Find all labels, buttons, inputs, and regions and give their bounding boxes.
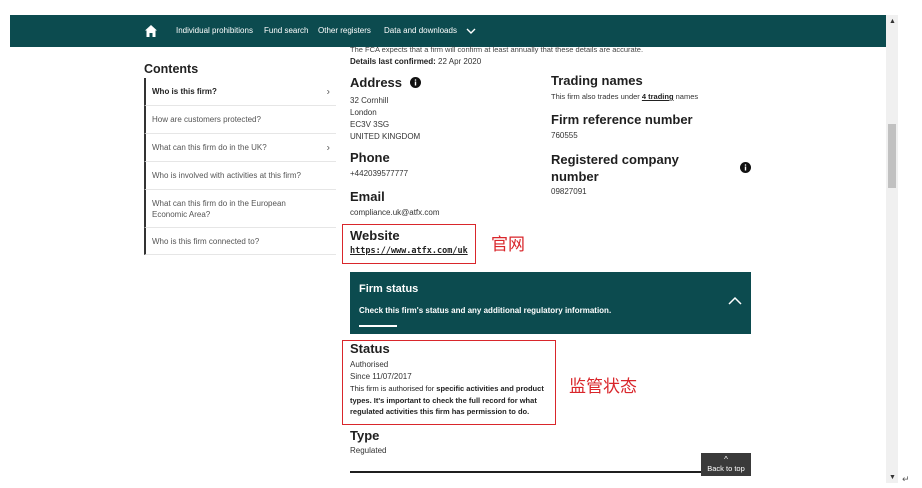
toc-item-who-is-this-firm[interactable]: Who is this firm? › bbox=[144, 78, 336, 106]
phone-title: Phone bbox=[350, 150, 390, 165]
company-number-value: 09827091 bbox=[551, 187, 587, 196]
type-value: Regulated bbox=[350, 446, 387, 455]
toc-item-customer-protection[interactable]: How are customers protected? bbox=[144, 106, 336, 134]
chevron-down-icon[interactable] bbox=[466, 26, 476, 36]
trading-names-title: Trading names bbox=[551, 73, 643, 88]
toc-item-uk-activities[interactable]: What can this firm do in the UK? › bbox=[144, 134, 336, 162]
contents-nav: Who is this firm? › How are customers pr… bbox=[144, 78, 336, 255]
scrollbar-track[interactable] bbox=[886, 15, 898, 483]
status-description: This firm is authorised for specific act… bbox=[350, 383, 550, 418]
address-line: UNITED KINGDOM bbox=[350, 132, 421, 141]
chevron-up-icon[interactable] bbox=[728, 296, 742, 306]
email-value[interactable]: compliance.uk@atfx.com bbox=[350, 208, 440, 217]
address-title: Address bbox=[350, 75, 403, 90]
toc-item-eea-activities[interactable]: What can this firm do in the European Ec… bbox=[144, 190, 336, 228]
firm-status-subtitle: Check this firm's status and any additio… bbox=[359, 306, 612, 315]
toc-item-label: Who is this firm connected to? bbox=[152, 236, 260, 246]
status-title: Status bbox=[350, 341, 390, 356]
last-confirmed: Details last confirmed: 22 Apr 2020 bbox=[350, 57, 481, 66]
status-description-normal: This firm is authorised for bbox=[350, 384, 437, 393]
firm-status-title: Firm status bbox=[359, 283, 419, 295]
frn-title: Firm reference number bbox=[551, 112, 693, 127]
top-nav-bar: Individual prohibitions Fund search Othe… bbox=[10, 15, 886, 47]
address-lines: 32 Cornhill London EC3V 3SG UNITED KINGD… bbox=[350, 95, 420, 143]
trading-names-text-before: This firm also trades under bbox=[551, 92, 642, 101]
return-mark-icon: ↵ bbox=[902, 474, 910, 484]
nav-other-registers[interactable]: Other registers bbox=[318, 26, 371, 35]
website-annotation: 官网 bbox=[491, 235, 525, 254]
info-icon[interactable] bbox=[740, 162, 751, 173]
status-value: Authorised bbox=[350, 360, 389, 369]
nav-fund-search[interactable]: Fund search bbox=[264, 26, 308, 35]
scrollbar-thumb[interactable] bbox=[888, 124, 896, 188]
address-line: London bbox=[350, 108, 377, 117]
toc-item-label: How are customers protected? bbox=[152, 115, 261, 124]
back-to-top-label: Back to top bbox=[707, 464, 745, 473]
firm-status-underline bbox=[359, 325, 397, 327]
caret-up-icon: ^ bbox=[724, 455, 728, 464]
nav-data-and-downloads[interactable]: Data and downloads bbox=[384, 26, 457, 35]
toc-item-label: Who is this firm? bbox=[152, 87, 217, 96]
type-title: Type bbox=[350, 428, 380, 443]
address-line: EC3V 3SG bbox=[350, 120, 390, 129]
last-confirmed-label: Details last confirmed: bbox=[350, 57, 436, 66]
contents-title: Contents bbox=[144, 62, 199, 76]
website-link[interactable]: https://www.atfx.com/uk bbox=[350, 246, 468, 256]
website-title: Website bbox=[350, 228, 400, 243]
firm-status-panel[interactable]: Firm status Check this firm's status and… bbox=[350, 272, 751, 334]
address-line: 32 Cornhill bbox=[350, 96, 389, 105]
frn-value: 760555 bbox=[551, 131, 578, 140]
home-icon[interactable] bbox=[144, 24, 158, 38]
trading-names-text-after: names bbox=[673, 92, 699, 101]
toc-item-connected[interactable]: Who is this firm connected to? bbox=[144, 228, 336, 255]
toc-item-people[interactable]: Who is involved with activities at this … bbox=[144, 162, 336, 190]
trading-names-link[interactable]: 4 trading bbox=[642, 92, 674, 101]
toc-item-label: What can this firm do in the European Ec… bbox=[152, 198, 286, 219]
scroll-up-icon[interactable]: ▲ bbox=[889, 18, 896, 25]
nav-individual-prohibitions[interactable]: Individual prohibitions bbox=[176, 26, 253, 35]
status-annotation: 监管状态 bbox=[569, 377, 637, 396]
email-title: Email bbox=[350, 189, 385, 204]
scroll-down-icon[interactable]: ▼ bbox=[889, 474, 896, 481]
section-divider bbox=[350, 471, 750, 473]
status-since: Since 11/07/2017 bbox=[350, 372, 412, 381]
chevron-right-icon: › bbox=[326, 142, 330, 153]
chevron-right-icon: › bbox=[326, 86, 330, 97]
phone-value: +442039577777 bbox=[350, 169, 409, 178]
info-icon[interactable] bbox=[410, 77, 421, 88]
back-to-top-button[interactable]: ^ Back to top bbox=[701, 453, 751, 476]
status-details: Authorised Since 11/07/2017 bbox=[350, 359, 412, 383]
toc-item-label: What can this firm do in the UK? bbox=[152, 143, 267, 152]
last-confirmed-value: 22 Apr 2020 bbox=[438, 57, 482, 66]
intro-truncated-text: The FCA expects that a firm will confirm… bbox=[350, 45, 644, 54]
trading-names-text: This firm also trades under 4 trading na… bbox=[551, 92, 698, 101]
toc-item-label: Who is involved with activities at this … bbox=[152, 171, 301, 180]
company-number-title: Registered company number bbox=[551, 152, 679, 184]
